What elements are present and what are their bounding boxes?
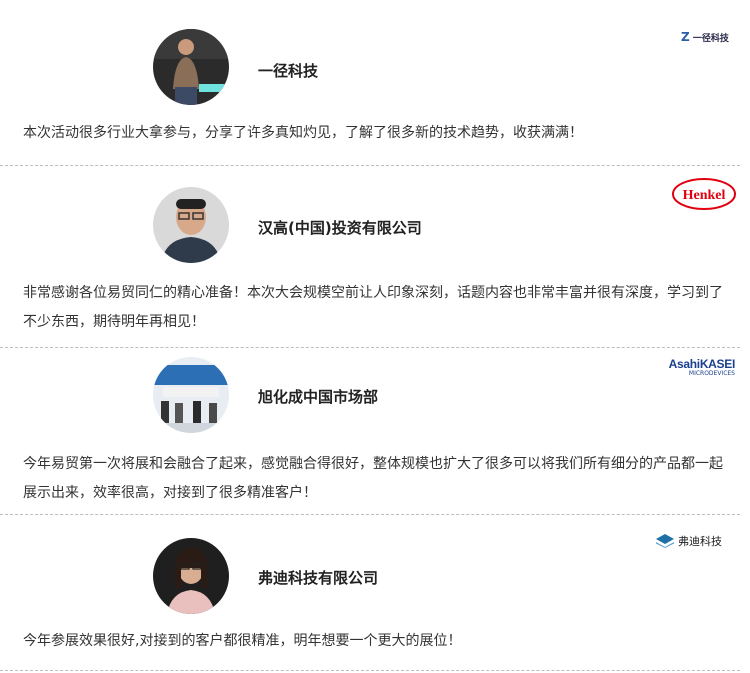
quote-4: 今年参展效果很好,对接到的客户都很精准，明年想要一个更大的展位！	[23, 633, 462, 649]
yijing-logo-mark-icon: Z	[681, 30, 690, 44]
quote-3: 今年易贸第一次将展和会融合了起来，感觉融合得很好，整体规模也扩大了很多可以将我们…	[23, 456, 723, 501]
asahi-kasei-logo-text: AsahiKASEI	[668, 357, 736, 371]
fudi-logo-mark-icon	[656, 534, 674, 548]
company-name-4: 弗迪科技有限公司	[258, 569, 379, 587]
yijing-logo: Z 一径科技	[681, 30, 729, 44]
avatar-4	[153, 538, 229, 614]
company-name-2: 汉高(中国)投资有限公司	[258, 219, 422, 237]
asahi-kasei-logo-subtext: MICRODEVICES	[688, 370, 735, 377]
avatar-2	[153, 187, 229, 263]
company-name-1: 一径科技	[258, 62, 319, 80]
avatar-3	[153, 357, 229, 433]
henkel-logo: Henkel	[672, 178, 736, 214]
yijing-logo-text: 一径科技	[692, 34, 729, 44]
quote-1: 本次活动很多行业大拿参与，分享了许多真知灼见，了解了很多新的技术趋势，收获满满！	[23, 125, 583, 141]
testimonial-card-1: 一径科技 Z 一径科技 本次活动很多行业大拿参与，分享了许多真知灼见，了解了很多…	[0, 0, 740, 165]
company-name-3: 旭化成中国市场部	[258, 388, 379, 406]
separator-4	[0, 670, 740, 671]
asahi-kasei-logo: AsahiKASEI MICRODEVICES	[657, 357, 736, 377]
henkel-logo-text: Henkel	[683, 188, 726, 203]
quote-2: 非常感谢各位易贸同仁的精心准备！本次大会规模空前让人印象深刻，话题内容也非常丰富…	[23, 285, 723, 330]
fudi-logo: 弗迪科技	[656, 533, 722, 549]
avatar-1	[153, 29, 229, 105]
testimonial-card-4: 弗迪科技有限公司 弗迪科技 今年参展效果很好,对接到的客户都很精准，明年想要一个…	[0, 515, 740, 670]
testimonial-card-2: 汉高(中国)投资有限公司 Henkel 非常感谢各位易贸同仁的精心准备！本次大会…	[0, 166, 740, 347]
testimonial-card-3: 旭化成中国市场部 AsahiKASEI MICRODEVICES 今年易贸第一次…	[0, 348, 740, 514]
fudi-logo-text: 弗迪科技	[678, 535, 722, 548]
